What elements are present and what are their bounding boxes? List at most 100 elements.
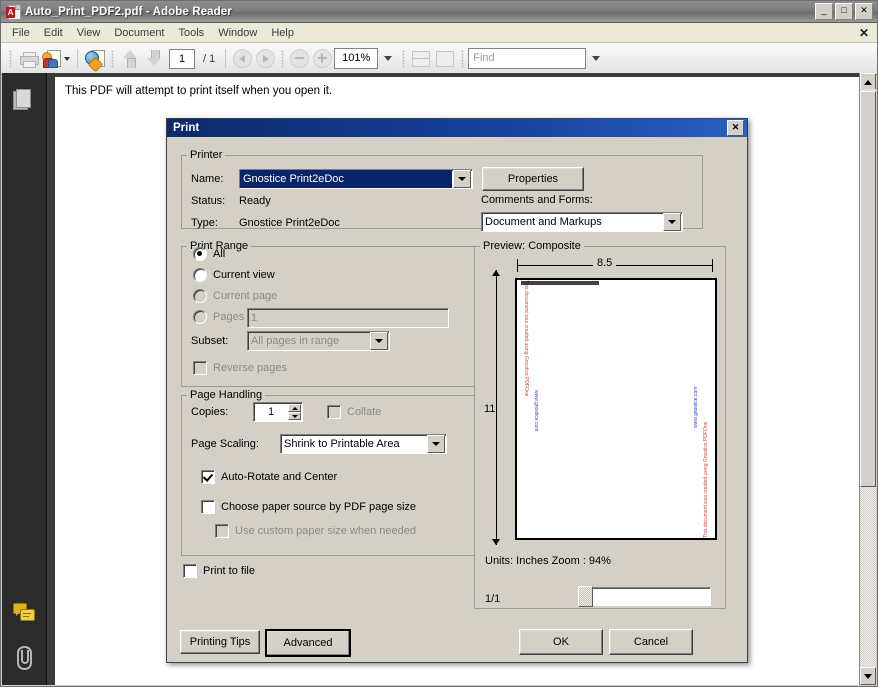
checkbox-icon[interactable] bbox=[183, 564, 197, 578]
fit-width-button[interactable] bbox=[409, 47, 433, 71]
print-button[interactable] bbox=[16, 47, 40, 71]
attachments-panel-icon bbox=[13, 645, 33, 670]
chevron-down-icon[interactable] bbox=[663, 213, 681, 231]
preview-page-slider[interactable] bbox=[578, 586, 711, 607]
fit-page-button[interactable] bbox=[433, 47, 457, 71]
page-scaling-value: Shrink to Printable Area bbox=[284, 438, 400, 450]
toolbar-grip-5[interactable] bbox=[461, 49, 465, 68]
preview-watermark-blue-left: www.gnostice.com bbox=[533, 390, 539, 432]
find-input[interactable]: Find bbox=[468, 48, 587, 69]
menu-tools[interactable]: Tools bbox=[172, 25, 212, 41]
zoom-dropdown-icon[interactable] bbox=[384, 56, 393, 61]
chevron-down-icon[interactable] bbox=[64, 56, 70, 61]
zoom-out-button[interactable] bbox=[290, 49, 310, 68]
menu-help[interactable]: Help bbox=[264, 25, 301, 41]
previous-view-button[interactable] bbox=[233, 49, 253, 68]
navigation-pane bbox=[2, 73, 47, 685]
copies-stepper[interactable]: 1 bbox=[253, 402, 303, 422]
toolbar-separator bbox=[77, 49, 78, 68]
properties-button[interactable]: Properties bbox=[482, 167, 584, 191]
toolbar-grip-3[interactable] bbox=[281, 49, 285, 68]
attach-web-button[interactable] bbox=[83, 47, 107, 72]
copies-label: Copies: bbox=[191, 406, 229, 418]
print-range-current-view-option[interactable]: Current view bbox=[193, 268, 275, 282]
width-dimension-cap-right bbox=[712, 259, 713, 272]
print-dialog-close-button[interactable]: ✕ bbox=[727, 120, 744, 136]
page-count-label: / 1 bbox=[203, 53, 215, 65]
menu-edit[interactable]: Edit bbox=[37, 25, 70, 41]
main-toolbar: 1 / 1 101% Find bbox=[1, 43, 877, 75]
reverse-pages-label: Reverse pages bbox=[213, 362, 287, 374]
attachments-panel-button[interactable] bbox=[13, 645, 35, 670]
zoom-in-button[interactable] bbox=[313, 49, 333, 68]
next-page-button[interactable] bbox=[142, 47, 166, 71]
advanced-button[interactable]: Advanced bbox=[265, 629, 351, 657]
page-scaling-combo[interactable]: Shrink to Printable Area bbox=[280, 434, 447, 454]
page-number-input[interactable]: 1 bbox=[169, 48, 195, 69]
checkbox-icon[interactable] bbox=[201, 500, 215, 514]
radio-icon bbox=[193, 310, 207, 324]
checkbox-icon bbox=[327, 405, 341, 419]
find-dropdown-icon[interactable] bbox=[592, 56, 601, 61]
next-view-button[interactable] bbox=[256, 49, 276, 68]
printing-tips-button[interactable]: Printing Tips bbox=[180, 630, 260, 654]
radio-icon[interactable] bbox=[193, 268, 207, 282]
minimize-button[interactable]: _ bbox=[815, 3, 833, 20]
menu-document[interactable]: Document bbox=[107, 25, 171, 41]
printer-icon bbox=[19, 51, 39, 68]
previous-page-button[interactable] bbox=[118, 47, 142, 71]
scroll-down-button[interactable] bbox=[860, 667, 876, 685]
close-button[interactable]: ✕ bbox=[855, 3, 873, 20]
vertical-scrollbar[interactable] bbox=[859, 73, 876, 685]
print-range-current-view-label: Current view bbox=[213, 269, 275, 281]
cancel-button[interactable]: Cancel bbox=[609, 629, 693, 655]
height-arrow-up-icon bbox=[492, 270, 500, 276]
comments-panel-button[interactable] bbox=[13, 603, 35, 625]
print-to-file-option[interactable]: Print to file bbox=[183, 564, 255, 578]
choose-paper-source-label: Choose paper source by PDF page size bbox=[221, 501, 417, 513]
preview-page-counter: 1/1 bbox=[485, 593, 501, 605]
collaborate-button[interactable] bbox=[40, 47, 72, 71]
menu-view[interactable]: View bbox=[70, 25, 108, 41]
menu-file[interactable]: File bbox=[5, 25, 37, 41]
close-document-icon[interactable]: ✕ bbox=[851, 26, 877, 40]
menu-window[interactable]: Window bbox=[211, 25, 264, 41]
pdf-document-icon: A bbox=[6, 4, 21, 20]
scrollbar-track[interactable] bbox=[860, 89, 876, 669]
reverse-pages-option: Reverse pages bbox=[193, 361, 287, 375]
chevron-down-icon[interactable] bbox=[453, 170, 471, 188]
pages-panel-button[interactable] bbox=[13, 89, 35, 111]
print-range-all-label: All bbox=[213, 248, 226, 260]
comments-forms-combo[interactable]: Document and Markups bbox=[481, 212, 683, 232]
copies-value: 1 bbox=[267, 406, 275, 418]
print-dialog-title-bar: Print ✕ bbox=[167, 119, 747, 137]
checkbox-icon[interactable] bbox=[201, 470, 215, 484]
choose-paper-source-option[interactable]: Choose paper source by PDF page size bbox=[201, 500, 416, 514]
preview-slider-thumb[interactable] bbox=[578, 586, 593, 607]
preview-width-label: 8.5 bbox=[593, 257, 617, 269]
fit-width-icon bbox=[412, 50, 431, 67]
arrow-down-icon bbox=[146, 50, 162, 67]
printer-name-combo[interactable]: Gnostice Print2eDoc bbox=[239, 169, 473, 189]
stepper-up-icon[interactable] bbox=[288, 404, 301, 412]
preview-page-sheet: This document was created using Gnostice… bbox=[515, 278, 717, 540]
print-range-current-page-option: Current page bbox=[193, 289, 277, 303]
zoom-level-input[interactable]: 101% bbox=[334, 48, 379, 69]
collate-option: Collate bbox=[327, 405, 381, 419]
print-range-all-option[interactable]: All bbox=[193, 247, 225, 261]
chevron-down-icon bbox=[370, 332, 388, 350]
toolbar-grip-2[interactable] bbox=[111, 49, 114, 68]
maximize-button[interactable]: □ bbox=[835, 3, 853, 20]
preview-watermark-blue-right: www.gnostice.com bbox=[693, 386, 699, 428]
ok-button[interactable]: OK bbox=[519, 629, 603, 655]
stepper-down-icon[interactable] bbox=[288, 412, 301, 420]
toolbar-grip-4[interactable] bbox=[402, 49, 406, 68]
toolbar-grip[interactable] bbox=[9, 49, 12, 68]
auto-rotate-option[interactable]: Auto-Rotate and Center bbox=[201, 470, 337, 484]
radio-icon[interactable] bbox=[193, 247, 207, 261]
stepper-buttons[interactable] bbox=[288, 404, 301, 420]
chevron-down-icon[interactable] bbox=[427, 435, 445, 453]
preview-legend: Preview: Composite bbox=[483, 240, 581, 252]
scrollbar-thumb[interactable] bbox=[860, 91, 876, 488]
print-to-file-label: Print to file bbox=[203, 565, 255, 577]
